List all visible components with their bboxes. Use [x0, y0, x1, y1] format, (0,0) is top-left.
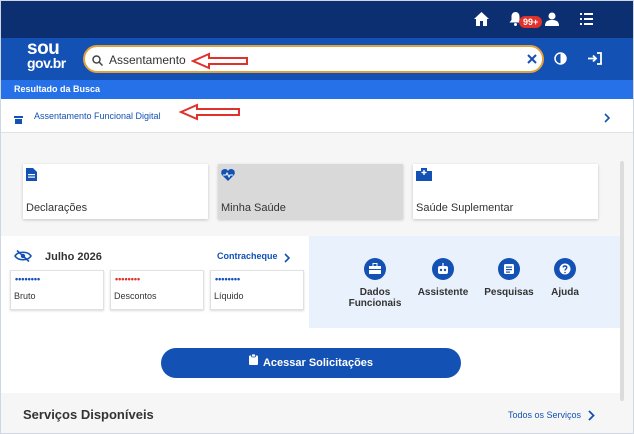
gross-value-card: •••••••• Bruto [10, 270, 104, 310]
masked-value: •••••••• [215, 274, 241, 284]
menu-list-icon[interactable] [580, 12, 593, 30]
shortcut-label: Dados [359, 287, 391, 298]
masked-value: •••••••• [115, 274, 141, 284]
services-title: Serviços Disponíveis [23, 407, 154, 422]
sou-gov-logo[interactable]: sou gov.br [27, 38, 66, 71]
top-bar: 99+ [1, 1, 633, 38]
card-label: Saúde Suplementar [416, 202, 514, 214]
search-icon [92, 53, 104, 71]
shortcut-label: Funcionais [348, 298, 402, 309]
shortcut-label: Ajuda [551, 287, 579, 298]
logo-line1: sou [27, 38, 60, 59]
all-services-link[interactable]: Todos os Serviços [508, 410, 581, 420]
search-box [83, 45, 544, 73]
notification-badge: 99+ [519, 16, 543, 28]
card-label: Minha Saúde [221, 202, 286, 214]
value-label: Descontos [114, 291, 157, 301]
chevron-right-icon[interactable] [604, 110, 611, 128]
shortcut-ajuda[interactable]: Ajuda [537, 258, 593, 298]
logout-icon[interactable] [588, 52, 602, 70]
help-icon [554, 258, 576, 280]
value-label: Líquido [214, 291, 244, 301]
annotation-arrow-icon [178, 103, 241, 126]
paycheck-panel: Julho 2026 Contracheque •••••••• Bruto •… [1, 236, 309, 328]
masked-value: •••••••• [15, 274, 41, 284]
contrast-icon[interactable] [554, 52, 567, 70]
search-input[interactable] [109, 51, 509, 69]
scrollbar[interactable] [620, 161, 624, 401]
search-result-label: Assentamento Funcional Digital [34, 111, 161, 121]
user-icon[interactable] [545, 12, 559, 31]
net-value-card: •••••••• Líquido [210, 270, 304, 310]
chevron-right-icon[interactable] [588, 408, 595, 426]
card-label: Declarações [26, 202, 88, 214]
logo-line2: gov.br [27, 55, 66, 71]
hospital-icon [416, 168, 432, 186]
access-requests-button[interactable]: Acessar Solicitações [161, 348, 461, 378]
document-icon [26, 168, 37, 186]
survey-icon [498, 258, 520, 280]
discounts-value-card: •••••••• Descontos [110, 270, 204, 310]
value-label: Bruto [14, 291, 36, 301]
shortcut-label: Assistente [417, 287, 469, 298]
paycheck-link[interactable]: Contracheque [217, 251, 278, 261]
app-frame: 99+ sou gov.br Resultado da [0, 0, 634, 434]
card-declaracoes[interactable]: Declarações [23, 164, 208, 219]
card-saude-suplementar[interactable]: Saúde Suplementar [413, 164, 598, 219]
briefcase-icon [364, 258, 386, 280]
paycheck-month: Julho 2026 [45, 251, 102, 263]
folder-icon [14, 111, 23, 129]
clear-search-icon[interactable] [526, 52, 538, 70]
access-requests-label: Acessar Solicitações [262, 357, 374, 369]
shortcuts-panel: Dados Funcionais Assistente Pesquisas Aju… [309, 236, 620, 328]
card-minha-saude[interactable]: Minha Saúde [218, 164, 403, 219]
annotation-arrow-icon [190, 52, 249, 75]
search-results-title: Resultado da Busca [1, 80, 633, 99]
chevron-right-icon[interactable] [284, 250, 291, 268]
heart-pulse-icon [221, 168, 235, 186]
robot-icon [432, 258, 454, 280]
shortcut-dados-funcionais[interactable]: Dados Funcionais [347, 258, 403, 309]
eye-slash-icon[interactable] [14, 249, 32, 267]
search-result-item[interactable]: Assentamento Funcional Digital [1, 99, 633, 133]
shortcut-pesquisas[interactable]: Pesquisas [481, 258, 537, 298]
shortcut-label: Pesquisas [484, 287, 534, 298]
header: sou gov.br [1, 38, 633, 80]
clipboard-icon [248, 347, 258, 377]
shortcut-assistente[interactable]: Assistente [415, 258, 471, 298]
home-icon[interactable] [474, 12, 489, 31]
